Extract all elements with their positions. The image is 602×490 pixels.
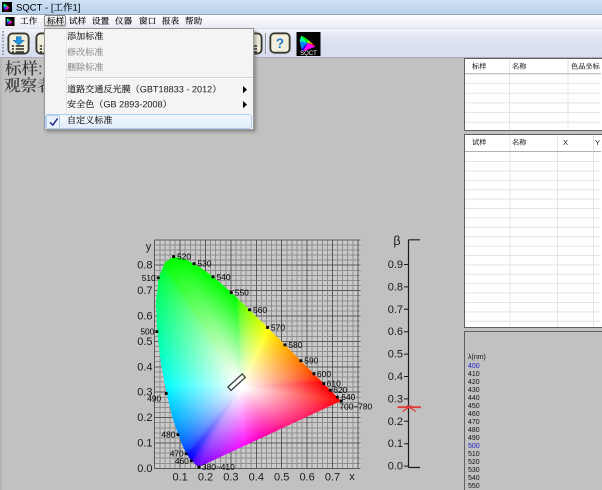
- svg-text:x: x: [349, 471, 355, 483]
- svg-text:540: 540: [217, 272, 231, 282]
- svg-text:0.4: 0.4: [249, 472, 264, 484]
- svg-text:0.8: 0.8: [388, 281, 403, 293]
- svg-text:0.5: 0.5: [388, 349, 403, 361]
- svg-text:0.6: 0.6: [137, 311, 152, 323]
- svg-text:560: 560: [253, 305, 267, 315]
- svg-text:510: 510: [142, 273, 156, 283]
- svg-text:0.0: 0.0: [388, 461, 403, 473]
- svg-text:600: 600: [317, 369, 331, 379]
- svg-text:0.7: 0.7: [325, 472, 340, 484]
- svg-text:0.9: 0.9: [388, 259, 403, 271]
- svg-text:590: 590: [304, 356, 318, 366]
- svg-text:y: y: [146, 241, 152, 253]
- svg-text:0.6: 0.6: [388, 326, 403, 338]
- svg-text:0.5: 0.5: [274, 472, 289, 484]
- svg-text:580: 580: [288, 340, 302, 350]
- svg-text:530: 530: [198, 259, 212, 269]
- svg-text:0.7: 0.7: [137, 285, 152, 297]
- svg-text:0.0: 0.0: [137, 463, 152, 475]
- svg-text:0.3: 0.3: [223, 472, 238, 484]
- svg-text:550: 550: [235, 288, 249, 298]
- svg-text:β: β: [393, 234, 400, 248]
- svg-text:0.5: 0.5: [137, 336, 152, 348]
- svg-text:0.3: 0.3: [137, 387, 152, 399]
- svg-text:0.2: 0.2: [198, 472, 213, 484]
- svg-text:0.1: 0.1: [137, 438, 152, 450]
- svg-text:570: 570: [271, 323, 285, 333]
- svg-text:0.2: 0.2: [137, 412, 152, 424]
- svg-text:0.6: 0.6: [299, 472, 314, 484]
- svg-text:0.7: 0.7: [388, 304, 403, 316]
- svg-text:0.4: 0.4: [137, 361, 152, 373]
- svg-text:0.4: 0.4: [388, 371, 403, 383]
- svg-text:0.1: 0.1: [172, 472, 187, 484]
- svg-text:460: 460: [175, 456, 189, 466]
- svg-text:0.2: 0.2: [388, 416, 403, 428]
- svg-text:520: 520: [177, 252, 191, 262]
- svg-text:0.8: 0.8: [137, 260, 152, 272]
- svg-text:0.3: 0.3: [388, 393, 403, 405]
- svg-text:480: 480: [161, 430, 175, 440]
- svg-text:0.1: 0.1: [388, 438, 403, 450]
- svg-text:700~780: 700~780: [339, 402, 372, 412]
